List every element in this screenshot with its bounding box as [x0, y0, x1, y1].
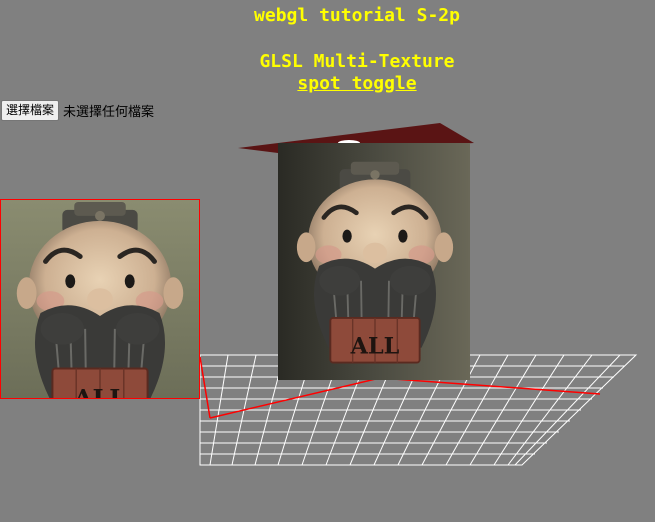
texture-thumbnail: [0, 199, 200, 399]
textured-panel: [278, 143, 470, 380]
